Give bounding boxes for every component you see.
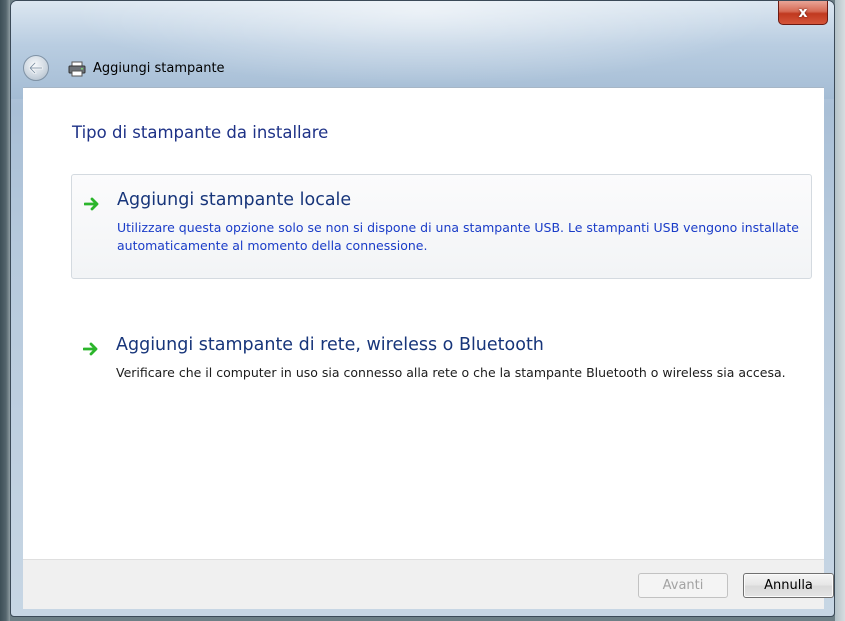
- close-button[interactable]: x: [778, 1, 828, 25]
- option-title: Aggiungi stampante locale: [117, 190, 352, 210]
- desktop-background-right: [835, 0, 845, 621]
- cancel-button[interactable]: Annulla: [743, 573, 834, 598]
- back-button[interactable]: [23, 55, 49, 81]
- option-description: Verificare che il computer in uso sia co…: [116, 365, 786, 380]
- green-arrow-icon: [83, 342, 98, 356]
- page-title: Tipo di stampante da installare: [72, 123, 329, 142]
- option-title: Aggiungi stampante di rete, wireless o B…: [116, 335, 544, 355]
- wizard-content: Tipo di stampante da installare Aggiungi…: [23, 87, 824, 559]
- green-arrow-icon: [84, 197, 99, 211]
- add-printer-dialog: x Aggiungi stampante Tipo di stampante d…: [10, 0, 835, 617]
- back-arrow-icon: [29, 62, 43, 74]
- close-icon: x: [798, 4, 808, 21]
- option-add-local-printer[interactable]: Aggiungi stampante locale Utilizzare que…: [71, 174, 812, 279]
- printer-icon: [68, 61, 86, 77]
- navigation-bar: Aggiungi stampante: [11, 53, 834, 87]
- desktop-background-left: [0, 0, 10, 621]
- option-description: Utilizzare questa opzione solo se non si…: [117, 220, 799, 253]
- window-title: Aggiungi stampante: [93, 61, 225, 76]
- option-add-network-printer[interactable]: Aggiungi stampante di rete, wireless o B…: [71, 320, 812, 410]
- wizard-footer: Avanti Annulla: [23, 559, 834, 609]
- next-button[interactable]: Avanti: [638, 573, 728, 598]
